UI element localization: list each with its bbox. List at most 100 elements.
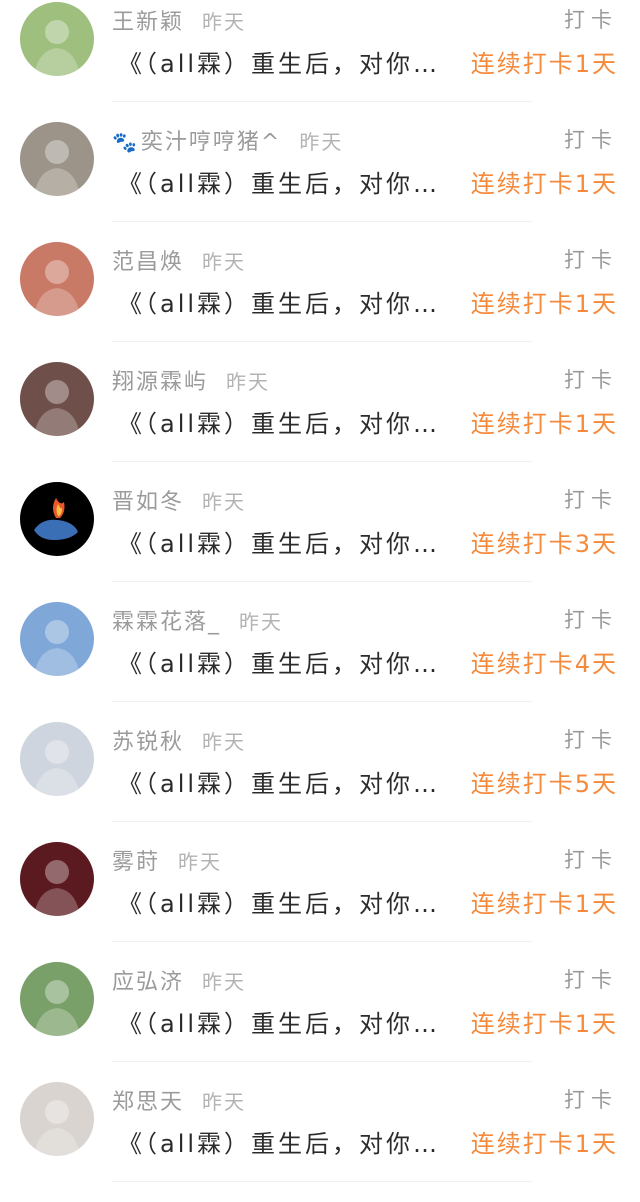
username-text: 晋如冬: [112, 490, 185, 515]
divider: [112, 341, 532, 342]
book-title[interactable]: 《（all霖）重生后，对你…: [118, 884, 440, 919]
list-item[interactable]: 🐾奕汁哼哼猪^ 昨天 打卡 《（all霖）重生后，对你… 连续打卡1天: [0, 120, 640, 240]
divider: [112, 1181, 532, 1182]
username-text: 翔源霖屿: [112, 370, 209, 395]
streak-badge: 连续打卡4天: [470, 650, 618, 678]
username[interactable]: 🐾雾莳昨天: [112, 844, 222, 876]
avatar-photo-icon: [20, 722, 94, 796]
streak-badge: 连续打卡5天: [470, 770, 618, 798]
avatar-photo-icon: [20, 602, 94, 676]
checkin-label: 打卡: [564, 608, 618, 632]
divider: [112, 701, 532, 702]
avatar[interactable]: [20, 122, 94, 196]
checkin-label: 打卡: [564, 8, 618, 32]
username[interactable]: 🐾郑思天昨天: [112, 1084, 246, 1116]
book-title[interactable]: 《（all霖）重生后，对你…: [118, 524, 440, 559]
avatar[interactable]: [20, 602, 94, 676]
list-item[interactable]: 🐾霖霖花落_昨天 打卡 《（all霖）重生后，对你… 连续打卡4天: [0, 600, 640, 720]
avatar[interactable]: [20, 842, 94, 916]
checkin-label: 打卡: [564, 968, 618, 992]
list-item[interactable]: 🐾苏锐秋昨天 打卡 《（all霖）重生后，对你… 连续打卡5天: [0, 720, 640, 840]
avatar-photo-icon: [20, 1082, 94, 1156]
timestamp: 昨天: [202, 490, 247, 514]
username-text: 范昌焕: [112, 250, 185, 275]
avatar[interactable]: [20, 362, 94, 436]
book-title[interactable]: 《（all霖）重生后，对你…: [118, 44, 440, 79]
avatar[interactable]: [20, 1082, 94, 1156]
divider: [112, 941, 532, 942]
divider: [112, 821, 532, 822]
list-item[interactable]: 🐾范昌焕昨天 打卡 《（all霖）重生后，对你… 连续打卡1天: [0, 240, 640, 360]
paw-icon: 🐾: [112, 130, 139, 154]
book-title[interactable]: 《（all霖）重生后，对你…: [118, 1004, 440, 1039]
username[interactable]: 🐾晋如冬昨天: [112, 484, 246, 516]
book-title[interactable]: 《（all霖）重生后，对你…: [118, 764, 440, 799]
avatar-photo-icon: [20, 842, 94, 916]
avatar[interactable]: [20, 962, 94, 1036]
book-title[interactable]: 《（all霖）重生后，对你…: [118, 284, 440, 319]
timestamp: 昨天: [202, 970, 247, 994]
username[interactable]: 🐾范昌焕昨天: [112, 244, 246, 276]
timestamp: 昨天: [239, 610, 284, 634]
book-title[interactable]: 《（all霖）重生后，对你…: [118, 1124, 440, 1159]
streak-badge: 连续打卡1天: [470, 1130, 618, 1158]
avatar-photo-icon: [20, 242, 94, 316]
username-text: 雾莳: [112, 850, 161, 875]
list-item[interactable]: 🐾应弘济昨天 打卡 《（all霖）重生后，对你… 连续打卡1天: [0, 960, 640, 1080]
checkin-label: 打卡: [564, 848, 618, 872]
list-item[interactable]: 🐾晋如冬昨天 打卡 《（all霖）重生后，对你… 连续打卡3天: [0, 480, 640, 600]
list-item[interactable]: 🐾王新颖昨天 打卡 《（all霖）重生后，对你… 连续打卡1天: [0, 0, 640, 120]
whale-logo-icon: [20, 482, 94, 556]
streak-badge: 连续打卡1天: [470, 290, 618, 318]
username[interactable]: 🐾翔源霖屿昨天: [112, 364, 270, 396]
streak-badge: 连续打卡1天: [470, 1010, 618, 1038]
username-text: 霖霖花落_: [112, 610, 222, 635]
username[interactable]: 🐾应弘济昨天: [112, 964, 246, 996]
book-title[interactable]: 《（all霖）重生后，对你…: [118, 164, 440, 199]
checkin-label: 打卡: [564, 248, 618, 272]
avatar-photo-icon: [20, 122, 94, 196]
avatar-photo-icon: [20, 362, 94, 436]
timestamp: 昨天: [299, 130, 344, 154]
timestamp: 昨天: [226, 370, 271, 394]
username-text: 应弘济: [112, 970, 185, 995]
book-title[interactable]: 《（all霖）重生后，对你…: [118, 644, 440, 679]
divider: [112, 221, 532, 222]
avatar-photo-icon: [20, 2, 94, 76]
list-item[interactable]: 🐾翔源霖屿昨天 打卡 《（all霖）重生后，对你… 连续打卡1天: [0, 360, 640, 480]
streak-badge: 连续打卡1天: [470, 410, 618, 438]
divider: [112, 461, 532, 462]
timestamp: 昨天: [178, 850, 223, 874]
checkin-label: 打卡: [564, 728, 618, 752]
checkin-label: 打卡: [564, 1088, 618, 1112]
checkin-label: 打卡: [564, 488, 618, 512]
avatar[interactable]: [20, 482, 94, 556]
timestamp: 昨天: [202, 250, 247, 274]
book-title[interactable]: 《（all霖）重生后，对你…: [118, 404, 440, 439]
avatar-photo-icon: [20, 962, 94, 1036]
streak-badge: 连续打卡1天: [470, 50, 618, 78]
divider: [112, 101, 532, 102]
avatar[interactable]: [20, 2, 94, 76]
streak-badge: 连续打卡1天: [470, 890, 618, 918]
timestamp: 昨天: [202, 730, 247, 754]
timestamp: 昨天: [202, 1090, 247, 1114]
list-item[interactable]: 🐾郑思天昨天 打卡 《（all霖）重生后，对你… 连续打卡1天: [0, 1080, 640, 1200]
checkin-label: 打卡: [564, 368, 618, 392]
checkin-label: 打卡: [564, 128, 618, 152]
avatar[interactable]: [20, 242, 94, 316]
username[interactable]: 🐾奕汁哼哼猪^ 昨天: [112, 124, 343, 156]
username[interactable]: 🐾王新颖昨天: [112, 4, 246, 36]
username[interactable]: 🐾霖霖花落_昨天: [112, 604, 283, 636]
divider: [112, 581, 532, 582]
username-text: 苏锐秋: [112, 730, 185, 755]
timestamp: 昨天: [202, 10, 247, 34]
list-item[interactable]: 🐾雾莳昨天 打卡 《（all霖）重生后，对你… 连续打卡1天: [0, 840, 640, 960]
username[interactable]: 🐾苏锐秋昨天: [112, 724, 246, 756]
username-text: 郑思天: [112, 1090, 185, 1115]
username-text: 奕汁哼哼猪^: [140, 130, 282, 155]
avatar[interactable]: [20, 722, 94, 796]
streak-badge: 连续打卡3天: [470, 530, 618, 558]
username-text: 王新颖: [112, 10, 185, 35]
streak-badge: 连续打卡1天: [470, 170, 618, 198]
